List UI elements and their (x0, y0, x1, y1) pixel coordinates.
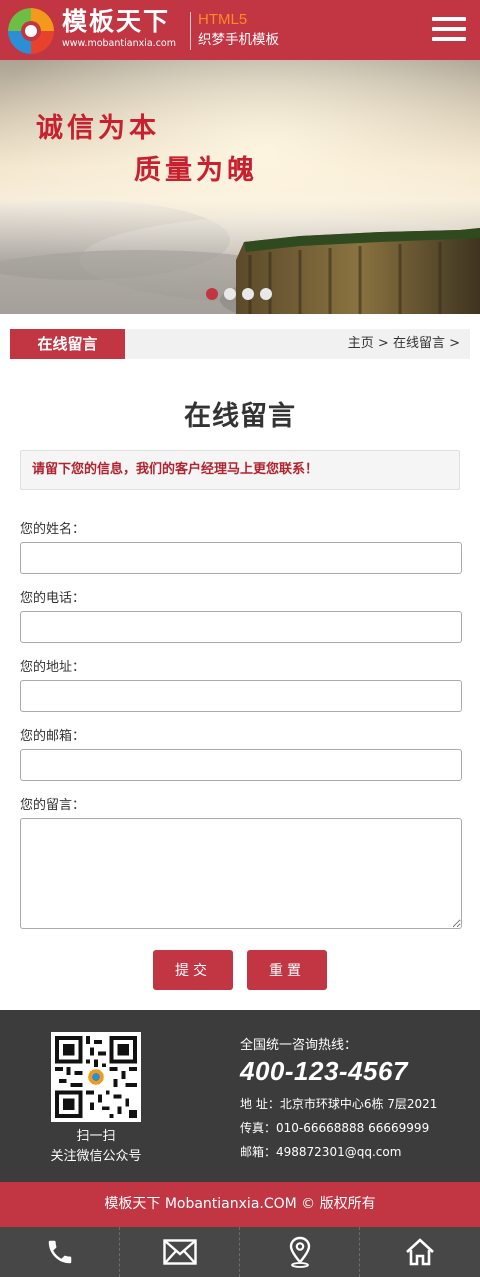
name-label: 您的姓名： (20, 522, 86, 537)
hero-banner[interactable]: 诚信为本 质量为魄 (0, 60, 480, 314)
mail-icon (162, 1239, 197, 1265)
copyright-bar: 模板天下 Mobantianxia.COM © 版权所有 (0, 1182, 480, 1227)
footer-fax: 传真：010-66668888 66669999 (240, 1121, 430, 1135)
breadcrumb-separator: > (377, 336, 389, 351)
logo-icon[interactable] (8, 8, 54, 54)
site-footer: 扫一扫 关注微信公众号 全国统一咨询热线： 400-123-4567 地 址：北… (0, 1010, 480, 1182)
hotline-number[interactable]: 400-123-4567 (240, 1056, 408, 1087)
slider-dot-4[interactable] (260, 288, 272, 300)
logo-title[interactable]: 模板天下 (62, 8, 170, 36)
html5-badge: HTML5 (198, 11, 248, 28)
banner-scenery (0, 60, 480, 314)
page-title: 在线留言 (184, 401, 296, 432)
phone-label: 您的电话： (20, 591, 86, 606)
qr-caption-scan: 扫一扫 (76, 1129, 116, 1144)
banner-slogan-2: 质量为魄 (134, 155, 258, 186)
phone-icon (48, 1240, 71, 1264)
nav-mail-button[interactable] (120, 1227, 240, 1277)
email-label: 您的邮箱： (20, 729, 86, 744)
nav-home-button[interactable] (360, 1227, 480, 1277)
logo-divider (190, 12, 191, 50)
submit-button[interactable]: 提交 (153, 950, 233, 990)
wechat-qr-code (51, 1032, 141, 1122)
qr-caption-follow: 关注微信公众号 (50, 1149, 142, 1164)
slider-dot-2[interactable] (224, 288, 236, 300)
bottom-nav (0, 1227, 480, 1277)
email-field[interactable] (20, 749, 462, 781)
footer-address: 地 址：北京市环球中心6栋 7层2021 (240, 1097, 438, 1111)
address-label: 您的地址： (20, 660, 86, 675)
address-field[interactable] (20, 680, 462, 712)
footer-email: 邮箱：498872301@qq.com (240, 1145, 402, 1159)
breadcrumb-current-link[interactable]: 在线留言 (393, 336, 445, 351)
nav-call-button[interactable] (0, 1227, 120, 1277)
phone-field[interactable] (20, 611, 462, 643)
hamburger-menu-icon[interactable] (432, 17, 466, 43)
hotline-label: 全国统一咨询热线： (240, 1038, 358, 1053)
message-label: 您的留言： (20, 798, 86, 813)
template-subtitle: 织梦手机模板 (198, 32, 279, 48)
location-pin-icon (289, 1236, 310, 1268)
nav-location-button[interactable] (240, 1227, 360, 1277)
message-textarea[interactable] (20, 818, 462, 929)
banner-slogan-1: 诚信为本 (36, 113, 160, 144)
notice-box: 请留下您的信息，我们的客户经理马上更您联系！ (20, 450, 460, 490)
breadcrumb-home-link[interactable]: 主页 (348, 336, 374, 351)
slider-dot-1[interactable] (206, 288, 218, 300)
name-field[interactable] (20, 542, 462, 574)
slider-dot-3[interactable] (242, 288, 254, 300)
breadcrumb: 主页 > 在线留言 > (348, 329, 460, 359)
home-icon (406, 1238, 434, 1266)
slider-dots (206, 288, 272, 300)
section-titlebar: 在线留言 主页 > 在线留言 > (10, 329, 470, 359)
section-tag: 在线留言 (10, 329, 125, 359)
reset-button[interactable]: 重置 (247, 950, 327, 990)
site-header: 模板天下 www.mobantianxia.com HTML5 织梦手机模板 (0, 0, 480, 60)
breadcrumb-separator: > (449, 336, 460, 351)
logo-url: www.mobantianxia.com (62, 38, 176, 49)
